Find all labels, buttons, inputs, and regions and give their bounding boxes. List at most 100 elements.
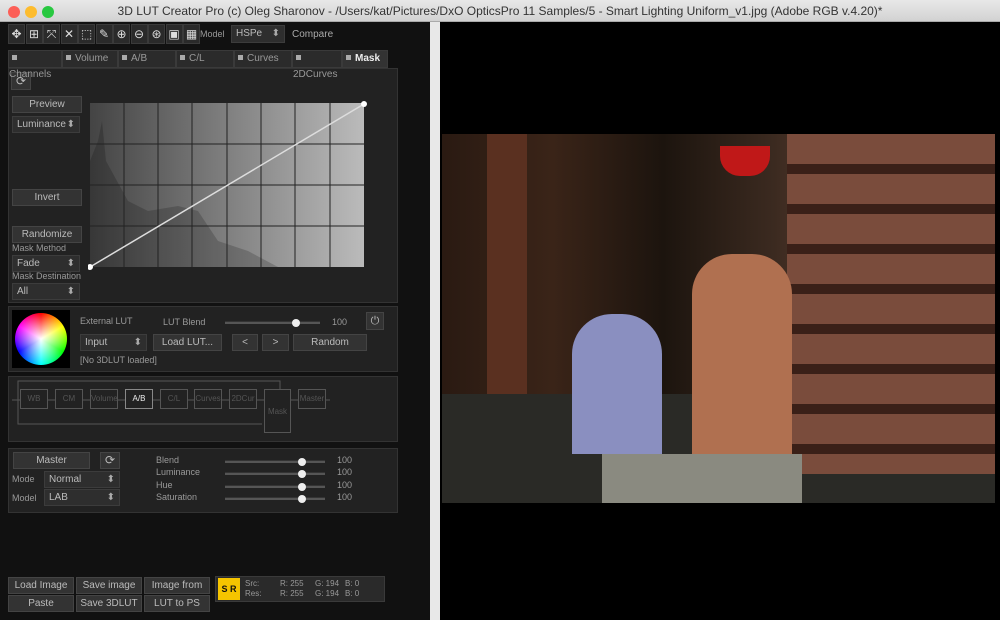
random-button[interactable]: Random [293, 334, 367, 351]
src-g: G: 194 [315, 579, 340, 588]
grid-icon[interactable]: ⊞ [25, 24, 43, 44]
lut-input-value: Input [85, 337, 108, 348]
randomize-button[interactable]: Randomize [12, 226, 82, 243]
frame-icon[interactable]: ▣ [165, 24, 183, 44]
external-lut-label: External LUT [80, 316, 133, 326]
res-g: G: 194 [315, 589, 340, 598]
prev-lut-button[interactable]: < [232, 334, 258, 351]
mode-label: Mode [12, 474, 35, 484]
flow-node-ab[interactable]: A/B [125, 389, 153, 409]
flow-node-volume[interactable]: Volume [90, 389, 118, 409]
mode-value: Normal [49, 474, 82, 485]
flow-node-wb[interactable]: WB [20, 389, 48, 409]
flow-node-master[interactable]: Master [298, 389, 326, 409]
save-image-button[interactable]: Save image [76, 577, 142, 594]
flow-node-2dcur[interactable]: 2DCur [229, 389, 257, 409]
mask-method-select[interactable]: Fade [12, 255, 80, 272]
tab-mask[interactable]: Mask [342, 50, 388, 68]
master-refresh-icon[interactable]: ⟳ [100, 452, 120, 469]
preview-button[interactable]: Preview [12, 96, 82, 113]
load-image-button[interactable]: Load Image [8, 577, 74, 594]
slider-knob[interactable] [292, 319, 300, 327]
master-model-select[interactable]: LAB [44, 489, 120, 506]
zoom-fit-icon[interactable]: ⊛ [148, 24, 165, 44]
flow-node-cl[interactable]: C/L [160, 389, 188, 409]
window-title: 3D LUT Creator Pro (c) Oleg Sharonov - /… [117, 4, 883, 18]
channel-select[interactable]: Luminance [12, 116, 80, 133]
minimize-window-button[interactable] [25, 6, 37, 18]
saturation-label: Saturation [156, 491, 198, 502]
lut-to-ps-button[interactable]: LUT to PS [144, 595, 210, 612]
master-button[interactable]: Master [13, 452, 90, 469]
invert-button[interactable]: Invert [12, 189, 82, 206]
lut-blend-value: 100 [332, 317, 348, 327]
zoom-out-icon[interactable]: ⊖ [130, 24, 148, 44]
title-bar: 3D LUT Creator Pro (c) Oleg Sharonov - /… [0, 0, 1000, 22]
src-b: B: 0 [345, 579, 360, 588]
res-b: B: 0 [345, 589, 360, 598]
blend-label: Blend [156, 455, 180, 465]
mask-curve-editor[interactable] [88, 101, 368, 271]
power-icon[interactable]: ⏻ [366, 312, 384, 330]
move-icon[interactable]: ✥ [8, 24, 25, 44]
mask-method-value: Fade [17, 258, 40, 269]
close-window-button[interactable] [8, 6, 20, 18]
luminance-label: Luminance [156, 467, 201, 478]
mode-select[interactable]: Normal [44, 471, 120, 488]
master-model-value: LAB [49, 492, 68, 503]
model-label-master: Model [12, 493, 37, 503]
tab-2dcurves[interactable]: 2DCurves [292, 50, 342, 80]
flow-node-cm[interactable]: CM [55, 389, 83, 409]
saturation-slider[interactable] [225, 494, 325, 503]
collapse-icon[interactable]: ✕ [60, 24, 78, 44]
res-r: R: 255 [280, 589, 304, 598]
mask-destination-value: All [17, 286, 29, 297]
tab-ab[interactable]: A/B [118, 50, 176, 68]
photo[interactable] [442, 134, 995, 503]
eyedropper-icon[interactable]: ✎ [95, 24, 113, 44]
lut-blend-slider[interactable] [225, 319, 320, 327]
compare-button[interactable]: Compare [292, 29, 333, 40]
model-label: Model [200, 29, 225, 39]
hue-label: Hue [156, 479, 173, 490]
grid-dots-icon[interactable]: ▦ [183, 24, 200, 44]
model-select[interactable]: HSPe [231, 25, 285, 43]
lut-blend-label: LUT Blend [163, 317, 206, 327]
next-lut-button[interactable]: > [262, 334, 289, 351]
res-label: Res: [245, 589, 262, 598]
flow-node-curves[interactable]: Curves [194, 389, 222, 409]
mask-method-label: Mask Method [12, 243, 67, 253]
saturation-value: 100 [337, 491, 353, 502]
lut-input-select[interactable]: Input [80, 334, 147, 351]
mask-destination-select[interactable]: All [12, 283, 80, 300]
slider-knob[interactable] [298, 458, 306, 466]
model-value: HSPe [236, 28, 263, 39]
zoom-in-icon[interactable]: ⊕ [113, 24, 130, 44]
tab-channels[interactable]: Channels [8, 50, 62, 80]
slider-knob[interactable] [298, 482, 306, 491]
select-rect-icon[interactable]: ⬚ [78, 24, 95, 44]
mask-destination-label: Mask Destination [12, 271, 82, 281]
source-result-toggle[interactable]: S R [218, 578, 240, 600]
tab-curves[interactable]: Curves [234, 50, 292, 68]
flow-node-mask[interactable]: Mask [264, 389, 291, 433]
hue-value: 100 [337, 479, 353, 490]
hue-slider[interactable] [225, 482, 325, 491]
slider-knob[interactable] [298, 494, 306, 503]
color-wheel[interactable] [12, 310, 70, 368]
image-from-ps-button[interactable]: Image from PS [144, 577, 210, 606]
luminance-slider[interactable] [225, 470, 325, 479]
curve-point-end [361, 101, 367, 107]
save-3dlut-button[interactable]: Save 3DLUT [76, 595, 142, 612]
expand-icon[interactable]: ⤧ [43, 24, 60, 44]
split-divider[interactable] [430, 22, 440, 620]
tab-cl[interactable]: C/L [176, 50, 234, 68]
tab-volume[interactable]: Volume [62, 50, 118, 68]
blend-value: 100 [337, 455, 353, 465]
paste-button[interactable]: Paste [8, 595, 74, 612]
zoom-window-button[interactable] [42, 6, 54, 18]
luminance-value: 100 [337, 467, 353, 478]
blend-slider[interactable] [225, 458, 325, 466]
lut-status: [No 3DLUT loaded] [80, 355, 157, 365]
load-lut-button[interactable]: Load LUT... [153, 334, 222, 351]
